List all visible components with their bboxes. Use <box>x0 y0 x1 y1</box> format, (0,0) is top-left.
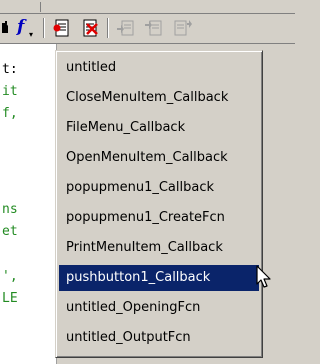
menu-item-pushbutton1-callback[interactable]: pushbutton1_Callback <box>59 265 259 291</box>
cell-icon[interactable] <box>0 17 12 39</box>
menu-item-popupmenu1-callback[interactable]: popupmenu1_Callback <box>59 175 259 201</box>
menu-item-openmenuitem-callback[interactable]: OpenMenuItem_Callback <box>59 145 259 171</box>
code-line: et <box>2 224 18 239</box>
code-line: f, <box>2 106 18 121</box>
code-line: it <box>2 84 18 99</box>
function-popup-menu: untitled CloseMenuItem_Callback FileMenu… <box>55 50 263 358</box>
divider <box>40 2 41 12</box>
menu-item-filemenu-callback[interactable]: FileMenu_Callback <box>59 115 259 141</box>
menu-item-closemenuitem-callback[interactable]: CloseMenuItem_Callback <box>59 85 259 111</box>
step-in-button[interactable] <box>142 17 166 39</box>
step-icon <box>117 20 134 36</box>
set-breakpoint-button[interactable] <box>50 17 74 39</box>
step-button[interactable] <box>114 17 138 39</box>
function-icon: f <box>17 17 25 37</box>
code-line: ', <box>2 269 18 284</box>
function-button[interactable]: f ▾ <box>12 17 40 39</box>
title-strip <box>0 0 295 14</box>
menu-item-untitled-outputfcn[interactable]: untitled_OutputFcn <box>59 325 259 351</box>
dropdown-arrow-icon: ▾ <box>29 30 34 39</box>
code-line: ns <box>2 202 18 217</box>
editor-toolbar: f ▾ <box>0 14 295 44</box>
set-breakpoint-icon <box>53 19 69 37</box>
toolbar-separator <box>43 18 45 38</box>
menu-item-printmenuitem-callback[interactable]: PrintMenuItem_Callback <box>59 235 259 261</box>
clear-breakpoint-icon <box>83 19 98 37</box>
code-editor[interactable]: t: it f, ns et ', LE <box>0 44 57 364</box>
clear-breakpoint-button[interactable] <box>78 17 102 39</box>
code-line: LE <box>2 291 18 306</box>
code-line: t: <box>2 62 18 77</box>
step-in-icon <box>145 20 162 36</box>
toolbar-separator <box>107 18 109 38</box>
menu-item-untitled-openingfcn[interactable]: untitled_OpeningFcn <box>59 295 259 321</box>
step-out-button[interactable] <box>170 17 194 39</box>
step-out-icon <box>174 20 192 36</box>
menu-item-untitled[interactable]: untitled <box>59 55 259 81</box>
menu-item-popupmenu1-createfcn[interactable]: popupmenu1_CreateFcn <box>59 205 259 231</box>
mouse-pointer-icon <box>256 265 274 295</box>
